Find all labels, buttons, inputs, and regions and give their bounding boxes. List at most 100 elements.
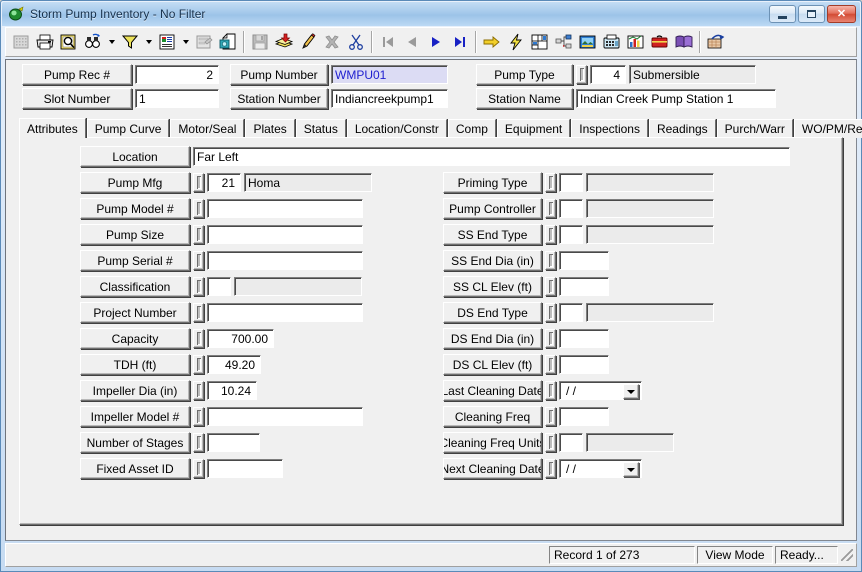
lookup-tdh[interactable] — [193, 355, 204, 374]
filter-icon[interactable] — [118, 30, 142, 54]
chevron-down-icon[interactable] — [623, 462, 639, 477]
lookup-pump-controller[interactable] — [545, 199, 556, 218]
label-station-number[interactable]: Station Number — [230, 88, 328, 109]
label-next-cleaning-date[interactable]: Next Cleaning Date — [443, 458, 542, 479]
chart-icon[interactable] — [624, 30, 648, 54]
input-pump-number[interactable]: WMPU01 — [331, 65, 448, 84]
tab-equipment[interactable]: Equipment — [496, 119, 571, 138]
label-number-of-stages[interactable]: Number of Stages — [80, 432, 190, 453]
label-last-cleaning-date[interactable]: Last Cleaning Date — [443, 380, 542, 401]
input-pump-type-code[interactable]: 4 — [590, 65, 626, 84]
label-pump-type[interactable]: Pump Type — [476, 64, 573, 85]
input-station-name[interactable]: Indian Creek Pump Station 1 — [576, 89, 776, 108]
input-ds-cl-elevation[interactable] — [559, 355, 609, 374]
input-pump-mfg-code[interactable]: 21 — [207, 173, 241, 192]
input-slot-number[interactable]: 1 — [135, 89, 219, 108]
input-pump-controller-code[interactable] — [559, 199, 583, 218]
lookup-capacity[interactable] — [193, 329, 204, 348]
hierarchy-icon[interactable] — [552, 30, 576, 54]
label-pump-serial-number[interactable]: Pump Serial # — [80, 250, 190, 271]
lookup-ds-cl-elevation[interactable] — [545, 355, 556, 374]
last-record-icon[interactable] — [448, 30, 472, 54]
save-icon[interactable] — [248, 30, 272, 54]
input-number-of-stages[interactable] — [207, 433, 260, 452]
label-ds-cl-elevation[interactable]: DS CL Elev (ft) — [443, 354, 542, 375]
chevron-down-icon[interactable] — [623, 384, 639, 399]
tab-location-constr[interactable]: Location/Constr — [346, 119, 447, 138]
input-priming-type-code[interactable] — [559, 173, 583, 192]
label-classification[interactable]: Classification — [80, 276, 190, 297]
lookup-fixed-asset-id[interactable] — [193, 459, 204, 478]
label-project-number[interactable]: Project Number — [80, 302, 190, 323]
input-location[interactable]: Far Left — [193, 147, 790, 166]
exit-icon[interactable] — [704, 30, 728, 54]
input-cleaning-freq-units-code[interactable] — [559, 433, 583, 452]
print-preview-icon[interactable] — [57, 30, 81, 54]
label-pump-size[interactable]: Pump Size — [80, 224, 190, 245]
label-pump-controller[interactable]: Pump Controller — [443, 198, 542, 219]
quick-action-icon[interactable] — [504, 30, 528, 54]
input-pump-rec-number[interactable]: 2 — [135, 65, 219, 84]
tab-plates[interactable]: Plates — [245, 119, 295, 138]
input-cleaning-freq[interactable] — [559, 407, 609, 426]
lookup-cleaning-freq[interactable] — [545, 407, 556, 426]
export-icon[interactable] — [216, 30, 240, 54]
lookup-ds-end-diameter[interactable] — [545, 329, 556, 348]
input-pump-serial-number[interactable] — [207, 251, 363, 270]
label-slot-number[interactable]: Slot Number — [22, 88, 132, 109]
find-dropdown-arrow[interactable] — [105, 30, 118, 54]
cut-icon[interactable] — [344, 30, 368, 54]
label-ds-end-diameter[interactable]: DS End Dia (in) — [443, 328, 542, 349]
label-priming-type[interactable]: Priming Type — [443, 172, 542, 193]
lookup-number-of-stages[interactable] — [193, 433, 204, 452]
tab-comp[interactable]: Comp — [447, 119, 496, 138]
input-ss-end-type-code[interactable] — [559, 225, 583, 244]
lookup-impeller-model-number[interactable] — [193, 407, 204, 426]
goto-icon[interactable] — [480, 30, 504, 54]
first-record-icon[interactable] — [376, 30, 400, 54]
delete-record-icon[interactable] — [320, 30, 344, 54]
label-pump-mfg[interactable]: Pump Mfg — [80, 172, 190, 193]
label-ss-end-diameter[interactable]: SS End Dia (in) — [443, 250, 542, 271]
lookup-ss-end-type[interactable] — [545, 225, 556, 244]
input-pump-size[interactable] — [207, 225, 363, 244]
lookup-ss-cl-elevation[interactable] — [545, 277, 556, 296]
resize-grip-icon[interactable] — [840, 548, 854, 562]
input-tdh[interactable]: 49.20 — [207, 355, 261, 374]
input-pump-model-number[interactable] — [207, 199, 363, 218]
next-record-icon[interactable] — [424, 30, 448, 54]
lookup-pump-size[interactable] — [193, 225, 204, 244]
edit-record-icon[interactable] — [296, 30, 320, 54]
lookup-pump-type[interactable] — [576, 65, 587, 84]
tab-readings[interactable]: Readings — [648, 119, 716, 138]
input-classification-code[interactable] — [207, 277, 231, 296]
lookup-impeller-diameter[interactable] — [193, 381, 204, 400]
input-ds-end-diameter[interactable] — [559, 329, 609, 348]
form-design-icon[interactable] — [192, 30, 216, 54]
label-capacity[interactable]: Capacity — [80, 328, 190, 349]
label-ds-end-type[interactable]: DS End Type — [443, 302, 542, 323]
label-impeller-model-number[interactable]: Impeller Model # — [80, 406, 190, 427]
tab-purch-warr[interactable]: Purch/Warr — [716, 119, 793, 138]
label-pump-model-number[interactable]: Pump Model # — [80, 198, 190, 219]
label-station-name[interactable]: Station Name — [476, 88, 573, 109]
tab-wo-pm-req[interactable]: WO/PM/Req — [793, 119, 862, 138]
lookup-priming-type[interactable] — [545, 173, 556, 192]
input-ss-cl-elevation[interactable] — [559, 277, 609, 296]
tab-pump-curve[interactable]: Pump Curve — [86, 119, 170, 138]
lookup-ds-end-type[interactable] — [545, 303, 556, 322]
lookup-classification[interactable] — [193, 277, 204, 296]
input-capacity[interactable]: 700.00 — [207, 329, 274, 348]
previous-record-icon[interactable] — [400, 30, 424, 54]
label-location[interactable]: Location — [80, 146, 190, 167]
tab-status[interactable]: Status — [295, 119, 346, 138]
input-ss-end-diameter[interactable] — [559, 251, 609, 270]
input-ds-end-type-code[interactable] — [559, 303, 583, 322]
select-all-icon[interactable] — [9, 30, 33, 54]
image-icon[interactable] — [576, 30, 600, 54]
datepicker-next-cleaning-date[interactable]: / / — [559, 459, 642, 478]
report-icon[interactable] — [155, 30, 179, 54]
maximize-button[interactable] — [798, 5, 825, 23]
help-book-icon[interactable] — [672, 30, 696, 54]
input-impeller-model-number[interactable] — [207, 407, 363, 426]
